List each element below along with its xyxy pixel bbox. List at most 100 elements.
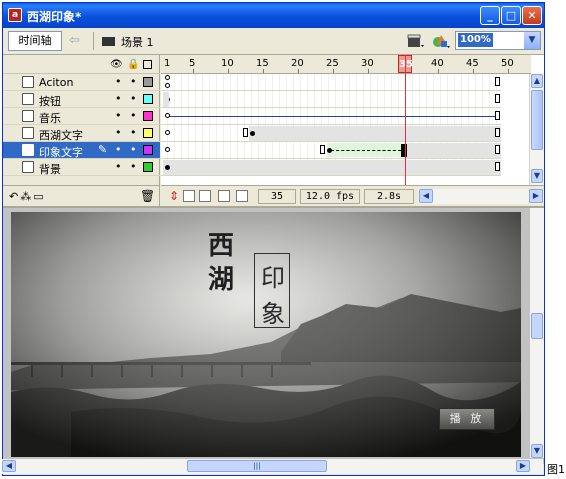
lock-dot[interactable]: • [130, 109, 137, 122]
keyframe-empty[interactable] [165, 83, 170, 88]
scroll-down-icon[interactable]: ▼ [531, 444, 543, 458]
outline-toggle-icon[interactable] [143, 60, 152, 69]
end-frame[interactable] [320, 145, 325, 154]
frame-row[interactable] [161, 159, 501, 176]
layer-color-swatch[interactable] [143, 162, 153, 172]
insert-layer-icon[interactable]: ↶⁂▭ [9, 190, 46, 203]
frames-panel: 1 5 10 15 20 25 30 40 45 50 ▲ ▼ ⇕ 35 12.… [161, 55, 544, 206]
end-frame[interactable] [495, 111, 500, 120]
edit-multiple-frames-icon[interactable] [218, 190, 230, 202]
layer-row[interactable]: 按钮 • • [3, 91, 160, 108]
timeline-toggle-button[interactable]: 时间轴 [8, 31, 62, 51]
layer-row[interactable]: Aciton • • [3, 74, 160, 91]
ruler-tick [438, 69, 439, 73]
scroll-right-icon[interactable]: ▶ [529, 189, 543, 203]
lock-icon[interactable]: 🔒 [127, 59, 139, 70]
app-icon: a [8, 8, 22, 22]
scroll-thumb[interactable]: ||| [187, 460, 327, 472]
onion-skin-icon[interactable] [183, 190, 195, 202]
stage-canvas[interactable]: 西 湖 印 象 播 放 [11, 212, 521, 457]
end-frame[interactable] [243, 128, 248, 137]
ruler-tick-label: 1 [164, 58, 171, 69]
layer-row[interactable]: 背景 • • [3, 159, 160, 176]
trash-icon[interactable]: 🗑 [140, 189, 155, 203]
chevron-down-icon[interactable]: ▼ [524, 32, 540, 49]
keyframe-empty[interactable] [165, 113, 170, 118]
layer-row[interactable]: 音乐 • • [3, 108, 160, 125]
eye-icon[interactable]: 👁 [110, 59, 123, 70]
lock-dot[interactable]: • [130, 126, 137, 139]
scroll-left-icon[interactable]: ◀ [2, 460, 16, 472]
frames-horizontal-scrollbar[interactable]: ◀ ▶ [419, 189, 544, 204]
ruler-tick-label: 5 [189, 58, 196, 69]
frame-span [163, 92, 169, 107]
title-bar: a 西湖印象* _ □ ✕ [3, 3, 544, 28]
end-frame[interactable] [495, 77, 500, 86]
zoom-select[interactable]: 100% ▼ [455, 31, 541, 50]
visibility-dot[interactable]: • [115, 126, 122, 139]
visibility-dot[interactable]: • [115, 75, 122, 88]
onion-outline-icon[interactable] [199, 190, 211, 202]
maximize-button[interactable]: □ [501, 6, 521, 25]
selected-keyframe[interactable] [401, 144, 407, 157]
lock-dot[interactable]: • [130, 75, 137, 88]
keyframe[interactable] [250, 131, 255, 136]
ruler-tick [298, 69, 299, 73]
stage-vertical-scrollbar[interactable]: ▼ [530, 208, 544, 458]
lock-dot[interactable]: • [130, 92, 137, 105]
ruler-tick [333, 69, 334, 73]
visibility-dot[interactable]: • [115, 92, 122, 105]
frame-row-selected[interactable] [161, 142, 501, 159]
layer-row[interactable]: 西湖文字 • • [3, 125, 160, 142]
keyframe-empty[interactable] [165, 147, 170, 152]
playhead-line [405, 55, 406, 185]
center-frame-icon[interactable]: ⇕ [169, 189, 179, 203]
scroll-down-icon[interactable]: ▼ [531, 169, 543, 183]
keyframe-empty[interactable] [165, 130, 170, 135]
layer-color-swatch[interactable] [143, 145, 153, 155]
scroll-right-icon[interactable]: ▶ [516, 460, 530, 472]
tween-dashed-line [331, 150, 401, 151]
scroll-left-icon[interactable]: ◀ [419, 189, 433, 203]
layer-row-selected[interactable]: 印象文字 ✎ • • [3, 142, 160, 159]
scroll-thumb[interactable] [531, 90, 543, 150]
frame-row[interactable] [161, 108, 501, 125]
visibility-dot[interactable]: • [115, 143, 122, 156]
end-frame[interactable] [495, 128, 500, 137]
scroll-thumb[interactable] [531, 313, 543, 339]
lock-dot[interactable]: • [130, 143, 137, 156]
keyframe[interactable] [165, 165, 170, 170]
edit-symbols-icon[interactable] [431, 32, 451, 50]
stage-horizontal-scrollbar[interactable]: ◀ ||| ▶ [2, 459, 543, 474]
layer-color-swatch[interactable] [143, 111, 153, 121]
layers-header: 👁 🔒 [3, 55, 160, 74]
layer-color-swatch[interactable] [143, 77, 153, 87]
frame-ruler[interactable]: 1 5 10 15 20 25 30 40 45 50 [161, 55, 531, 74]
keyframe-empty[interactable] [165, 75, 170, 80]
frame-row[interactable] [161, 74, 501, 91]
visibility-dot[interactable]: • [115, 160, 122, 173]
visibility-dot[interactable]: • [115, 109, 122, 122]
frame-row[interactable] [161, 91, 501, 108]
title-char-hu: 湖 [208, 265, 235, 295]
end-frame[interactable] [495, 162, 500, 171]
play-button[interactable]: 播 放 [439, 408, 495, 430]
layer-icon [22, 110, 34, 122]
layer-name: 音乐 [39, 112, 61, 125]
end-frame[interactable] [495, 145, 500, 154]
onion-markers-icon[interactable] [236, 190, 248, 202]
layer-color-swatch[interactable] [143, 128, 153, 138]
edit-scene-icon[interactable] [406, 32, 426, 50]
ruler-tick-label: 10 [221, 58, 234, 69]
minimize-button[interactable]: _ [480, 6, 500, 25]
frame-row[interactable] [161, 125, 501, 142]
back-arrow-icon[interactable]: ⇦ [69, 33, 80, 48]
ruler-tick-label: 50 [501, 58, 514, 69]
layer-color-swatch[interactable] [143, 94, 153, 104]
frames-vertical-scrollbar[interactable]: ▲ ▼ [529, 74, 544, 185]
close-button[interactable]: ✕ [522, 6, 542, 25]
lock-dot[interactable]: • [130, 160, 137, 173]
keyframe[interactable] [327, 148, 332, 153]
end-frame[interactable] [495, 94, 500, 103]
scroll-up-icon[interactable]: ▲ [531, 74, 543, 88]
